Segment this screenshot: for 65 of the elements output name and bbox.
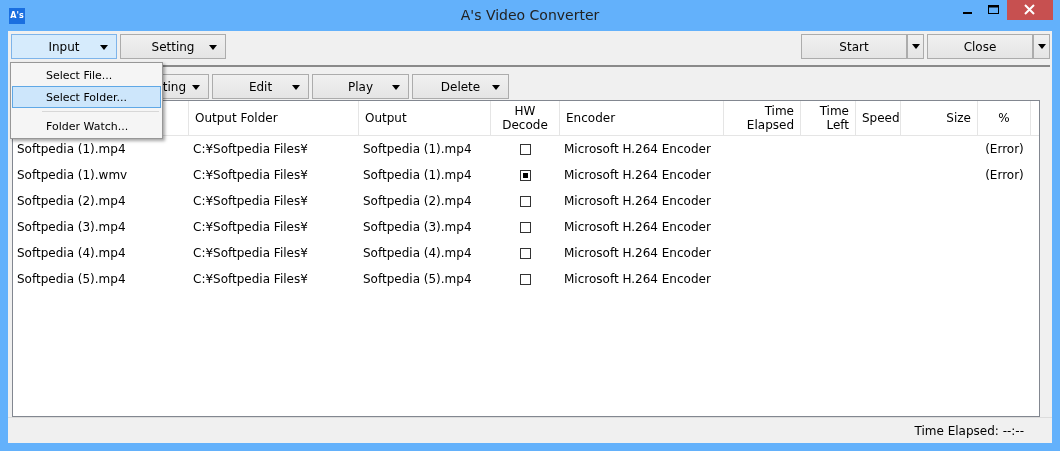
table-cell: Microsoft H.264 Encoder (564, 194, 711, 208)
column-header[interactable]: Size (946, 111, 971, 125)
caret-icon (492, 85, 500, 90)
table-cell: C:¥Softpedia Files¥ (193, 142, 308, 156)
caret-icon (209, 45, 217, 50)
checkbox[interactable] (520, 195, 531, 207)
toolbar-dropdown-button[interactable]: Input (11, 34, 117, 59)
caret-icon (911, 44, 920, 49)
table-cell: Softpedia (1).mp4 (17, 142, 126, 156)
toolbar-dropdown-button[interactable]: Setting (120, 34, 226, 59)
table-cell: (Error) (985, 142, 1024, 156)
column-header[interactable]: % (998, 111, 1010, 125)
table-cell: C:¥Softpedia Files¥ (193, 220, 308, 234)
toolbar-dropdown-button[interactable]: Delete (412, 74, 509, 99)
app-icon: A's (9, 7, 25, 24)
table-cell: Softpedia (1).wmv (17, 168, 128, 182)
table-cell: Microsoft H.264 Encoder (564, 220, 711, 234)
dropdown-button[interactable] (907, 34, 924, 59)
window-title: A's Video Converter (460, 7, 600, 23)
table-cell: Softpedia (1).mp4 (363, 168, 472, 182)
column-header[interactable]: Time Left (819, 104, 849, 132)
status-text: Time Elapsed: --:-- (914, 423, 1024, 438)
table-cell: Softpedia (3).mp4 (17, 220, 126, 234)
toolbar-button[interactable]: Start (801, 34, 907, 59)
column-header[interactable]: HW Decode (502, 104, 548, 132)
table-cell: Softpedia (3).mp4 (363, 220, 472, 234)
column-header[interactable]: Speed (862, 111, 900, 125)
menu-item[interactable]: Folder Watch... (12, 115, 161, 137)
table-cell: Softpedia (2).mp4 (363, 194, 472, 208)
toolbar-dropdown-button[interactable]: Play (312, 74, 409, 99)
table-cell: Softpedia (4).mp4 (363, 246, 472, 260)
dropdown-button[interactable] (1033, 34, 1050, 59)
checkbox[interactable] (520, 273, 531, 285)
table-cell: C:¥Softpedia Files¥ (193, 168, 308, 182)
table-cell: C:¥Softpedia Files¥ (193, 246, 308, 260)
checkbox[interactable] (520, 169, 531, 181)
table-cell: Microsoft H.264 Encoder (564, 168, 711, 182)
caret-icon (392, 85, 400, 90)
column-header[interactable]: Encoder (566, 111, 616, 125)
caret-icon (100, 45, 108, 50)
column-header[interactable]: Output (365, 111, 407, 125)
caret-icon (292, 85, 300, 90)
table-cell: Microsoft H.264 Encoder (564, 142, 711, 156)
caret-icon (1037, 44, 1046, 49)
table-cell: Softpedia (4).mp4 (17, 246, 126, 260)
table-cell: Softpedia (1).mp4 (363, 142, 472, 156)
close-icon[interactable] (1007, 0, 1053, 20)
caret-icon (192, 85, 200, 90)
checkbox[interactable] (520, 247, 531, 259)
menu-item[interactable]: Select Folder... (12, 86, 161, 108)
table-cell: Softpedia (5).mp4 (363, 272, 472, 286)
table-cell: Softpedia (2).mp4 (17, 194, 126, 208)
table-cell: C:¥Softpedia Files¥ (193, 272, 308, 286)
table-cell: Microsoft H.264 Encoder (564, 272, 711, 286)
column-header[interactable]: Output Folder (195, 111, 278, 125)
table-cell: (Error) (985, 168, 1024, 182)
table-cell: Microsoft H.264 Encoder (564, 246, 711, 260)
checkbox[interactable] (520, 221, 531, 233)
table-cell: C:¥Softpedia Files¥ (193, 194, 308, 208)
table-cell: Softpedia (5).mp4 (17, 272, 126, 286)
menu-item[interactable]: Select File... (12, 64, 161, 86)
column-header[interactable]: Time Elapsed (746, 104, 794, 132)
toolbar-dropdown-button[interactable]: Edit (212, 74, 309, 99)
toolbar-button[interactable]: Close (927, 34, 1033, 59)
checkbox[interactable] (520, 143, 531, 155)
